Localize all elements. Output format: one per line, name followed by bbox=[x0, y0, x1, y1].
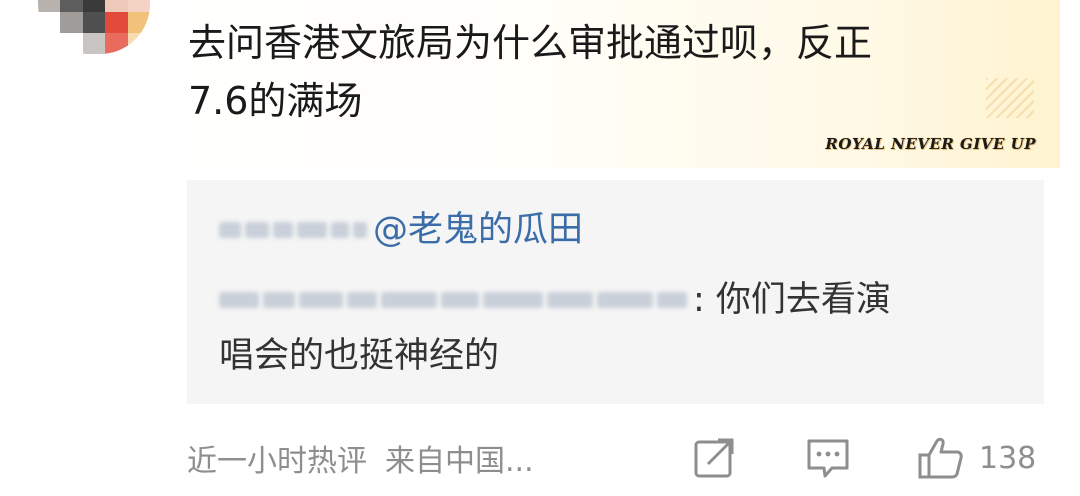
mention-link[interactable]: @老鬼的瓜田 bbox=[373, 204, 583, 256]
blurred-username-2 bbox=[219, 282, 687, 318]
comment-icon bbox=[807, 439, 849, 478]
bubble-badge-logo: ROYAL NEVER GIVE UP bbox=[825, 135, 1036, 153]
location: 来自中国... bbox=[385, 444, 534, 479]
comment-text-line1: 去问香港文旅局为什么审批通过呗，反正 bbox=[188, 21, 873, 65]
blurred-username bbox=[219, 212, 367, 248]
like-count: 138 bbox=[979, 440, 1037, 476]
avatar[interactable] bbox=[38, 0, 150, 54]
like-button[interactable]: 138 bbox=[917, 432, 1036, 484]
quote-line-3: 唱会的也挺神经的 bbox=[219, 336, 500, 376]
comment-card: ROYAL NEVER GIVE UP 去问香港文旅局为什么审批通过呗，反正 7… bbox=[0, 0, 1080, 496]
thumbs-up-icon bbox=[918, 437, 963, 479]
share-icon bbox=[694, 438, 734, 478]
quote-line-2: : 你们去看演 bbox=[219, 274, 891, 326]
timestamp: 近一小时热评 bbox=[187, 444, 367, 479]
comment-button[interactable] bbox=[805, 432, 851, 484]
quoted-reply[interactable]: @老鬼的瓜田 : 你们去看演 唱会的也挺神经的 bbox=[187, 180, 1044, 404]
quote-line-1: @老鬼的瓜田 bbox=[219, 204, 583, 256]
quote-text-part: : 你们去看演 bbox=[693, 280, 891, 320]
comment-text-line2: 7.6的满场 bbox=[188, 79, 363, 123]
comment-footer: 近一小时热评 来自中国... 138 bbox=[187, 432, 1047, 484]
comment-text: 去问香港文旅局为什么审批通过呗，反正 7.6的满场 bbox=[188, 14, 1028, 130]
share-button[interactable] bbox=[692, 432, 736, 484]
